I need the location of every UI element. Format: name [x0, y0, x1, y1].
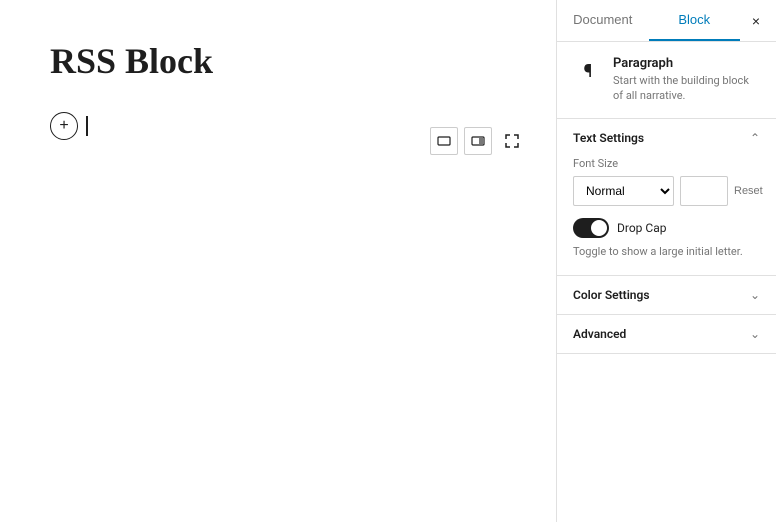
font-size-number-input[interactable] [680, 176, 728, 206]
font-size-label: Font Size [573, 157, 760, 170]
color-settings-label: Color Settings [573, 288, 650, 302]
plus-icon: + [59, 118, 68, 134]
advanced-header[interactable]: Advanced ⌄ [557, 315, 776, 353]
sidebar-panel: Document Block × ¶ Paragraph Start with … [556, 0, 776, 522]
tab-block[interactable]: Block [649, 0, 741, 41]
close-sidebar-button[interactable]: × [740, 5, 772, 37]
text-settings-header[interactable]: Text Settings ⌃ [557, 119, 776, 157]
close-icon: × [752, 13, 760, 29]
text-settings-chevron-icon: ⌃ [750, 131, 760, 145]
drop-cap-label: Drop Cap [617, 221, 666, 235]
color-settings-header[interactable]: Color Settings ⌄ [557, 276, 776, 314]
toggle-knob [591, 220, 607, 236]
text-settings-label: Text Settings [573, 131, 644, 145]
color-settings-section: Color Settings ⌄ [557, 276, 776, 315]
paragraph-icon: ¶ [573, 56, 603, 86]
font-size-select[interactable]: Normal Small Medium Large Extra Large [573, 176, 674, 206]
align-left-image-button[interactable] [430, 127, 458, 155]
advanced-chevron-icon: ⌄ [750, 327, 760, 341]
fullscreen-button[interactable] [498, 127, 526, 155]
sidebar-tabs: Document Block × [557, 0, 776, 42]
align-right-image-button[interactable] [464, 127, 492, 155]
add-block-button[interactable]: + [50, 112, 78, 140]
align-right-image-icon [471, 134, 485, 148]
image-toolbar [430, 127, 526, 155]
expand-icon [504, 133, 520, 149]
block-type-description: Start with the building block of all nar… [613, 73, 760, 104]
block-info-text: Paragraph Start with the building block … [613, 56, 760, 104]
color-settings-chevron-icon: ⌄ [750, 288, 760, 302]
font-size-reset-button[interactable]: Reset [734, 185, 763, 197]
text-cursor [86, 116, 88, 136]
text-settings-section: Text Settings ⌃ Font Size Normal Small M… [557, 119, 776, 276]
align-left-image-icon [437, 134, 451, 148]
advanced-label: Advanced [573, 327, 626, 341]
drop-cap-row: Drop Cap [573, 218, 760, 238]
drop-cap-toggle[interactable] [573, 218, 609, 238]
drop-cap-hint: Toggle to show a large initial letter. [573, 244, 760, 259]
block-type-label: Paragraph [613, 56, 760, 71]
advanced-section: Advanced ⌄ [557, 315, 776, 354]
editor-title: RSS Block [50, 40, 506, 82]
editor-area: RSS Block + [0, 0, 556, 522]
text-settings-content: Font Size Normal Small Medium Large Extr… [557, 157, 776, 275]
block-info: ¶ Paragraph Start with the building bloc… [557, 42, 776, 119]
font-size-row: Normal Small Medium Large Extra Large Re… [573, 176, 760, 206]
tab-document[interactable]: Document [557, 0, 649, 41]
